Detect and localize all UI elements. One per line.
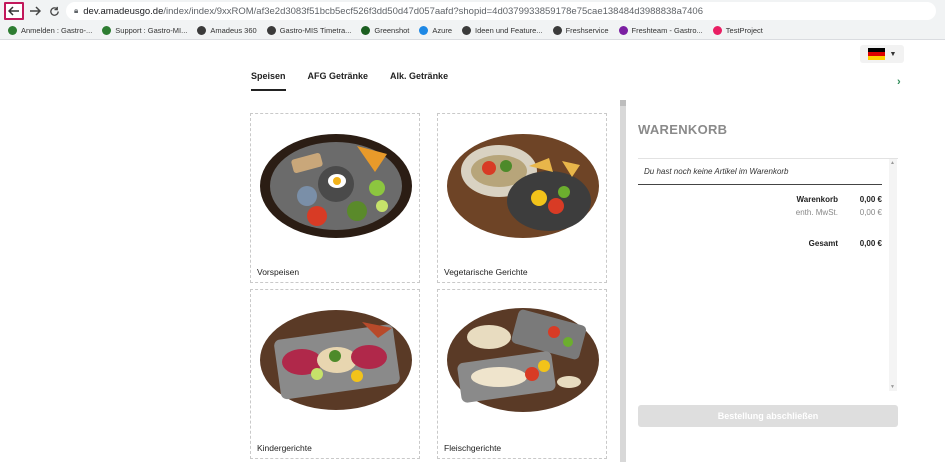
- category-card-vegetarische-gerichte[interactable]: Vegetarische Gerichte: [437, 113, 607, 283]
- bookmark-item[interactable]: Freshteam - Gastro...: [618, 26, 703, 35]
- bookmark-favicon-icon: [419, 26, 429, 35]
- bookmark-item[interactable]: Azure: [419, 26, 452, 35]
- address-row: 🔒︎ dev.amadeusgo.de/index/index/9xxROM/a…: [0, 0, 945, 22]
- cart-row-label: enth. MwSt.: [795, 208, 838, 217]
- category-title: Vorspeisen: [257, 267, 300, 277]
- bookmark-favicon-icon: [361, 26, 371, 35]
- cart-total-row: Gesamt 0,00 €: [638, 239, 882, 248]
- bookmark-item[interactable]: Freshservice: [552, 26, 609, 35]
- vorspeisen-image: [260, 134, 412, 238]
- cart-row-value: 0,00 €: [859, 208, 882, 217]
- bookmark-item[interactable]: Amadeus 360: [197, 26, 257, 35]
- bookmark-label: Support : Gastro-MI...: [115, 26, 188, 35]
- cart-vat-row: enth. MwSt. 0,00 €: [638, 208, 882, 217]
- language-selector[interactable]: ▼: [860, 45, 904, 63]
- bookmark-label: Gastro-MIS Timetra...: [279, 26, 352, 35]
- bookmark-item[interactable]: Gastro-MIS Timetra...: [266, 26, 352, 35]
- bookmark-label: Freshteam - Gastro...: [631, 26, 703, 35]
- category-tabs: Speisen AFG Getränke Alk. Getränke: [251, 71, 448, 91]
- tab-alk-getraenke[interactable]: Alk. Getränke: [390, 71, 448, 91]
- vegetarische-gerichte-image: [447, 134, 599, 238]
- bookmark-favicon-icon: [266, 26, 276, 35]
- bookmark-favicon-icon: [197, 26, 207, 35]
- cart-subtotal-row: Warenkorb 0,00 €: [638, 195, 883, 204]
- cart-panel: WARENKORB Du hast noch keine Artikel im …: [638, 122, 898, 391]
- tab-afg-getraenke[interactable]: AFG Getränke: [308, 71, 369, 91]
- cart-box: Du hast noch keine Artikel im Warenkorb …: [638, 158, 898, 391]
- bookmark-label: Freshservice: [565, 26, 609, 35]
- kindergerichte-image: [260, 310, 412, 410]
- cart-row-label: Gesamt: [808, 239, 838, 248]
- bookmark-favicon-icon: [102, 26, 112, 35]
- bookmark-favicon-icon: [462, 26, 471, 35]
- bookmark-favicon-icon: [618, 26, 628, 35]
- bookmark-item[interactable]: Greenshot: [361, 26, 409, 35]
- cart-empty-message: Du hast noch keine Artikel im Warenkorb: [638, 159, 882, 185]
- category-card-vorspeisen[interactable]: Vorspeisen: [250, 113, 420, 283]
- forward-arrow-icon[interactable]: [26, 2, 44, 20]
- bookmark-label: Ideen und Feature...: [475, 26, 543, 35]
- reload-icon[interactable]: [45, 2, 63, 20]
- cart-row-value: 0,00 €: [859, 239, 882, 248]
- bookmark-item[interactable]: TestProject: [712, 26, 763, 35]
- bookmark-label: Amadeus 360: [210, 26, 257, 35]
- bookmark-label: TestProject: [725, 26, 763, 35]
- bookmark-item[interactable]: Anmelden : Gastro-...: [8, 26, 92, 35]
- category-title: Vegetarische Gerichte: [444, 267, 528, 277]
- bookmark-label: Azure: [432, 26, 452, 35]
- page-scrollbar[interactable]: [620, 100, 626, 462]
- bookmark-favicon-icon: [552, 26, 562, 35]
- browser-toolbar: 🔒︎ dev.amadeusgo.de/index/index/9xxROM/a…: [0, 0, 945, 40]
- category-card-fleischgerichte[interactable]: Fleischgerichte: [437, 289, 607, 459]
- lock-icon: 🔒︎: [74, 6, 79, 15]
- bookmark-label: Greenshot: [374, 26, 410, 35]
- scroll-up-icon[interactable]: ▲: [890, 160, 895, 166]
- address-bar[interactable]: 🔒︎ dev.amadeusgo.de/index/index/9xxROM/a…: [66, 2, 936, 20]
- bookmark-favicon-icon: [8, 26, 17, 35]
- cart-title: WARENKORB: [638, 122, 728, 137]
- back-arrow-icon[interactable]: [4, 2, 24, 20]
- shop-page: ▼ Speisen AFG Getränke Alk. Getränke › V…: [0, 40, 945, 462]
- fleischgerichte-image: [447, 308, 599, 412]
- cart-row-value: 0,00 €: [859, 195, 882, 204]
- cart-scrollbar[interactable]: ▲ ▼: [889, 159, 897, 391]
- bookmark-favicon-icon: [712, 26, 722, 35]
- bookmarks-bar: Anmelden : Gastro-... Support : Gastro-MI…: [0, 22, 945, 39]
- category-card-kindergerichte[interactable]: Kindergerichte: [250, 289, 420, 459]
- chevron-right-icon[interactable]: ›: [897, 76, 901, 88]
- bookmark-item[interactable]: Support : Gastro-MI...: [102, 26, 187, 35]
- german-flag-icon: [867, 48, 885, 60]
- scrollbar-up-arrow-icon[interactable]: [620, 100, 626, 106]
- scroll-down-icon[interactable]: ▼: [890, 384, 895, 390]
- bookmark-label: Anmelden : Gastro-...: [21, 26, 93, 35]
- url-host: dev.amadeusgo.de: [83, 5, 164, 17]
- cart-row-label: Warenkorb: [796, 195, 839, 204]
- category-title: Fleischgerichte: [444, 443, 502, 453]
- bookmark-item[interactable]: Ideen und Feature...: [462, 26, 543, 35]
- chevron-down-icon: ▼: [889, 50, 897, 58]
- checkout-button[interactable]: Bestellung abschließen: [638, 405, 898, 427]
- category-title: Kindergerichte: [257, 443, 312, 453]
- tab-speisen[interactable]: Speisen: [251, 71, 286, 91]
- url-path: /index/index/9xxROM/af3e2d3083f51bcb5ecf…: [163, 5, 703, 17]
